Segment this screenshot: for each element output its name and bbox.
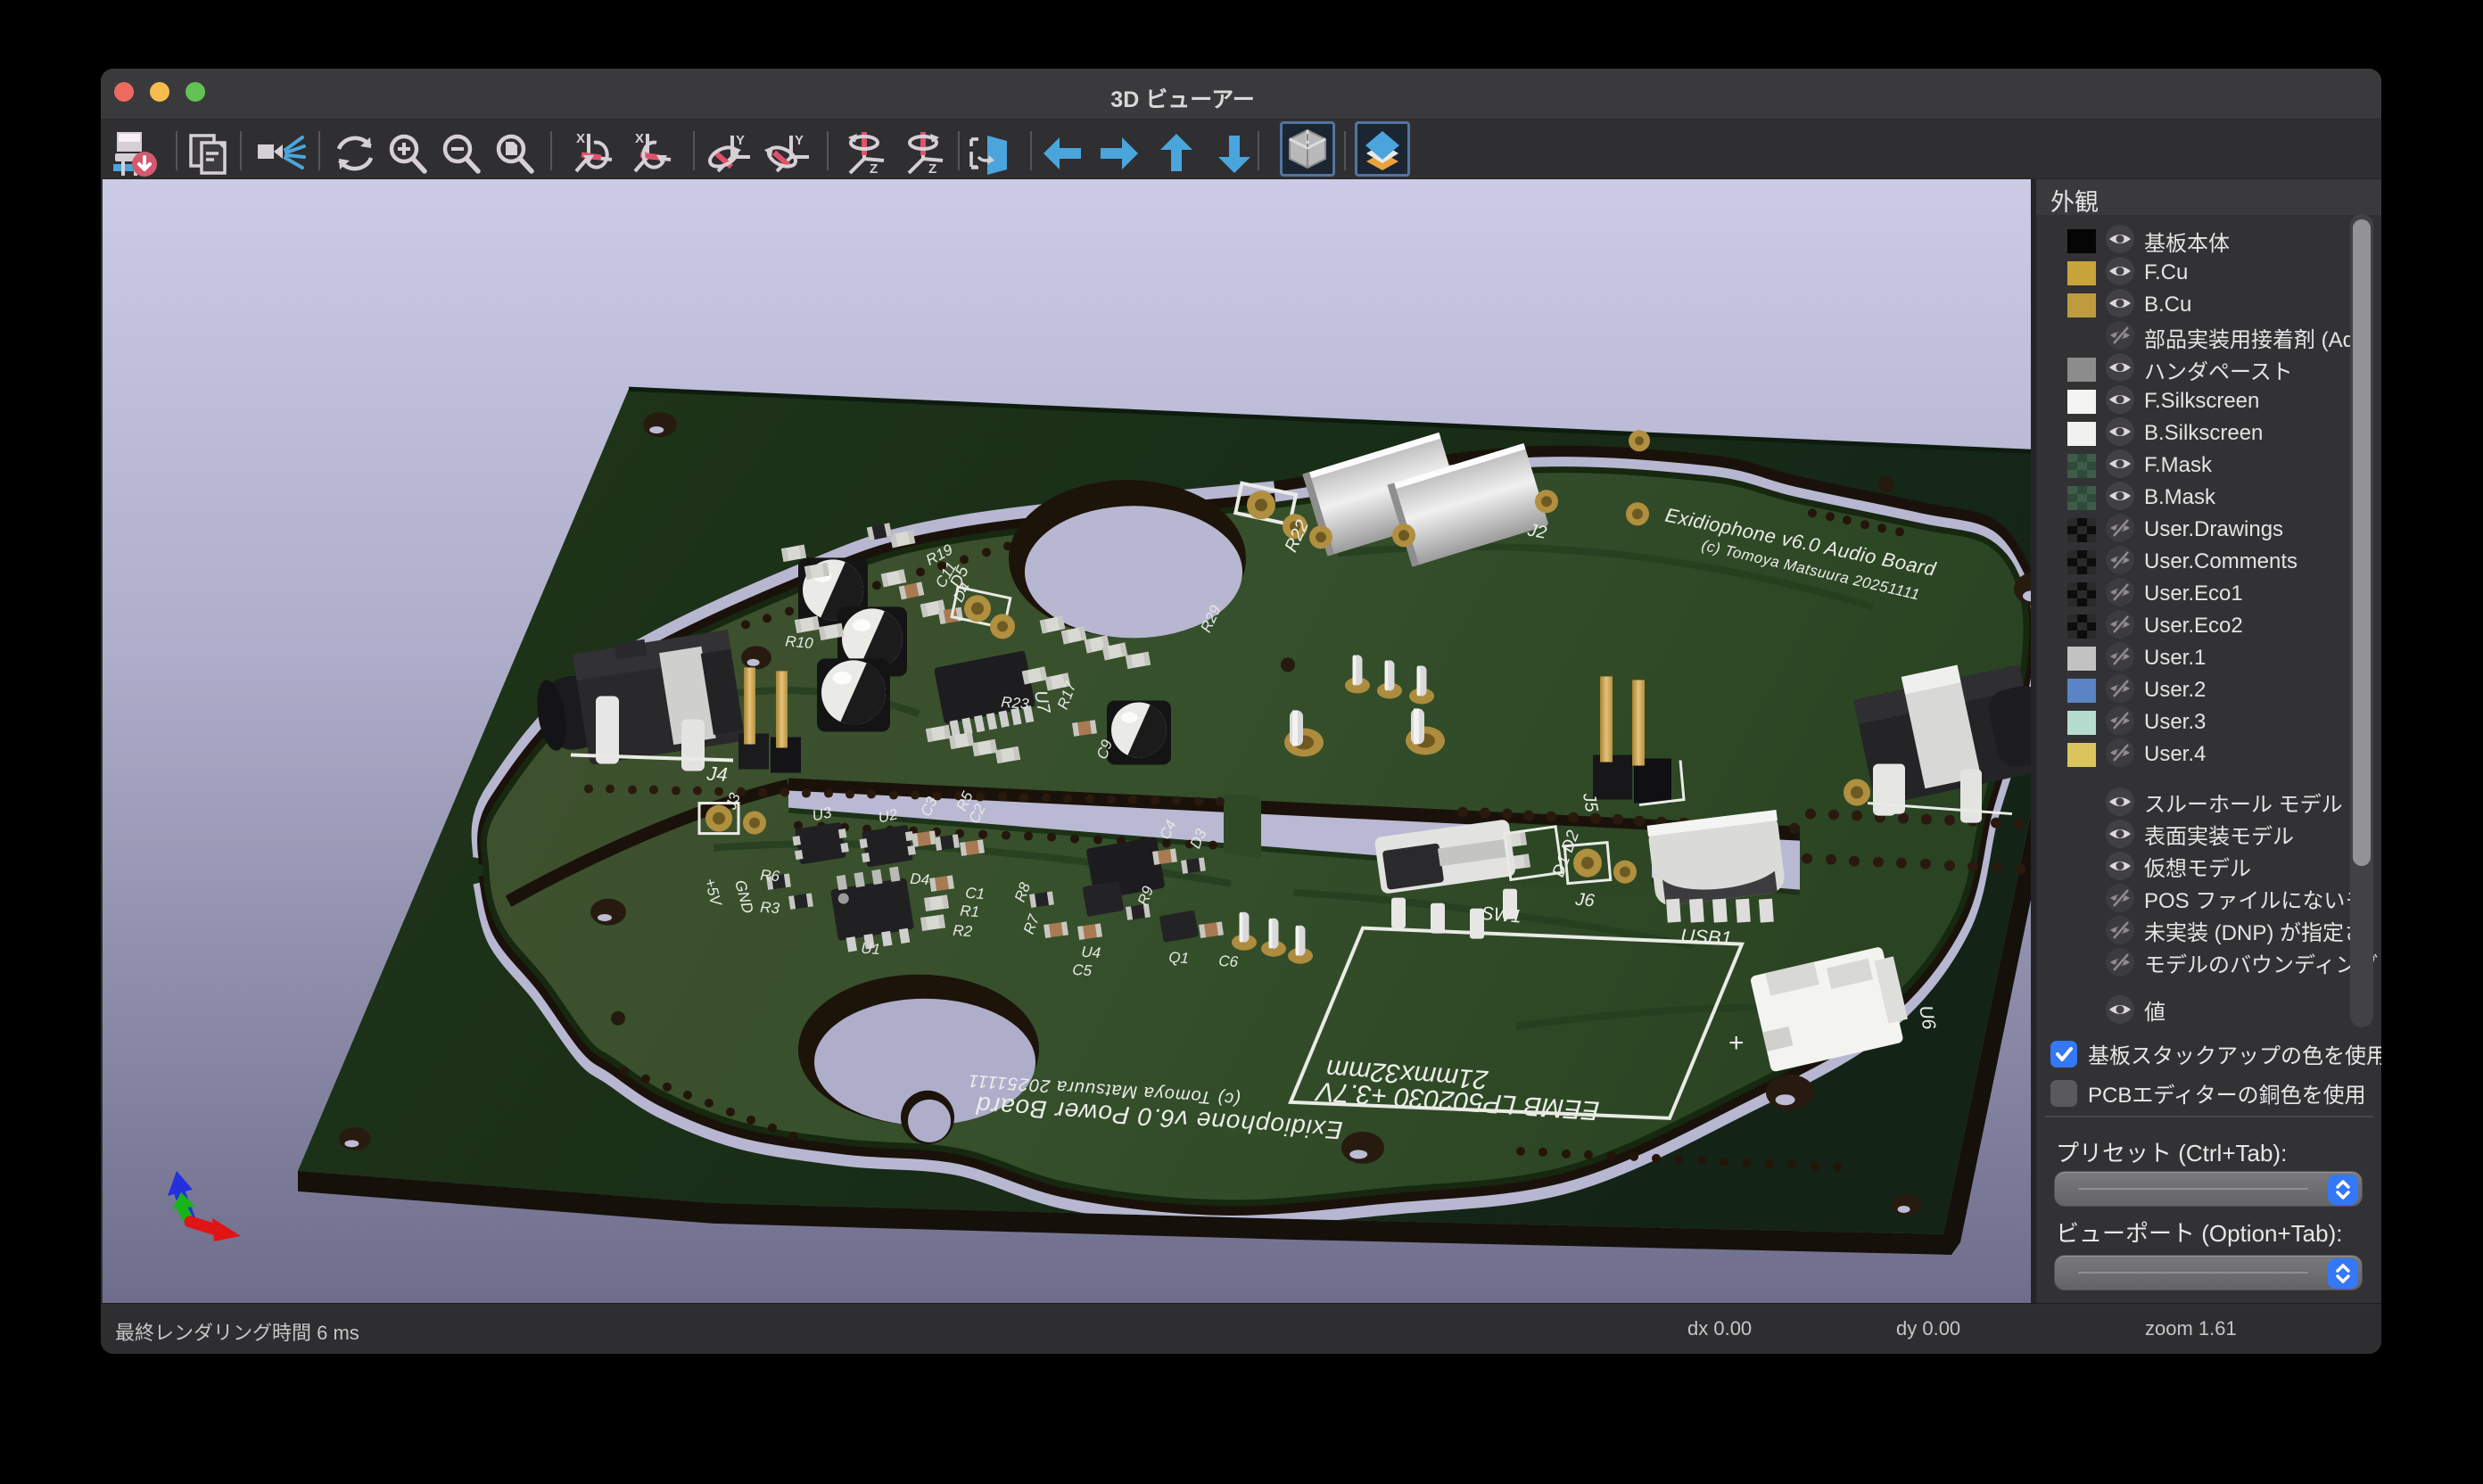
svg-text:J6: J6 — [1574, 890, 1596, 911]
svg-text:X: X — [576, 131, 585, 146]
svg-text:R1: R1 — [960, 903, 980, 920]
svg-text:Z: Z — [928, 161, 936, 177]
svg-text:J4: J4 — [705, 763, 729, 787]
svg-text:U4: U4 — [1081, 944, 1101, 961]
svg-text:R3: R3 — [760, 899, 781, 918]
svg-text:R6: R6 — [760, 867, 781, 886]
svg-text:D4: D4 — [910, 870, 930, 888]
svg-text:R2: R2 — [953, 922, 974, 941]
svg-text:C1: C1 — [965, 885, 986, 903]
svg-text:Z: Z — [870, 161, 878, 177]
svg-text:J2: J2 — [1525, 520, 1548, 543]
svg-text:C6: C6 — [1218, 952, 1240, 971]
svg-text:Y: Y — [736, 133, 745, 148]
svg-text:+: + — [1728, 1028, 1745, 1058]
svg-text:R10: R10 — [785, 632, 814, 652]
svg-text:USB1: USB1 — [1680, 925, 1733, 950]
svg-text:SW1: SW1 — [1481, 903, 1522, 928]
svg-text:U6: U6 — [1915, 1004, 1939, 1032]
svg-text:U1: U1 — [861, 940, 881, 958]
svg-text:Q1: Q1 — [1168, 949, 1190, 968]
svg-text:U7: U7 — [1030, 689, 1053, 716]
svg-text:Y: Y — [795, 133, 804, 148]
svg-text:R23: R23 — [1001, 694, 1030, 713]
svg-text:C5: C5 — [1072, 961, 1093, 980]
svg-text:X: X — [635, 131, 644, 146]
